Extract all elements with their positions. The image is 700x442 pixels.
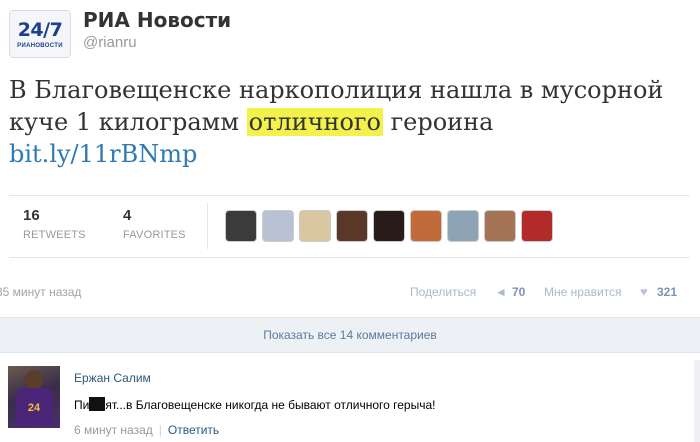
share-count: 70 xyxy=(512,285,526,299)
favoriter-avatar[interactable] xyxy=(336,210,368,242)
comment-avatar[interactable]: 24 xyxy=(8,366,60,428)
avatar-head-shape xyxy=(25,370,43,390)
favoriter-avatar[interactable] xyxy=(484,210,516,242)
comment-text-prefix: Пи xyxy=(74,398,90,412)
footer-separator: | xyxy=(158,423,162,437)
tweet-text-after: героина xyxy=(382,108,494,136)
comment-time[interactable]: 6 минут назад xyxy=(74,423,153,437)
show-all-comments-button[interactable]: Показать все 14 комментариев xyxy=(0,317,700,353)
stats-vertical-divider xyxy=(207,203,208,249)
favoriter-avatar[interactable] xyxy=(299,210,331,242)
favoriter-avatars xyxy=(225,210,553,242)
tweet-card: 24/7 РИАНОВОСТИ РИА Новости @rianru В Бл… xyxy=(0,0,700,270)
like-count: 321 xyxy=(657,285,678,299)
favoriter-avatar[interactable] xyxy=(410,210,442,242)
comment-author[interactable]: Ержан Салим xyxy=(74,371,151,385)
megaphone-icon[interactable]: ◄ xyxy=(495,285,507,299)
retweets-count: 16 xyxy=(23,207,40,224)
comment-footer: 6 минут назад | Ответить xyxy=(74,423,219,437)
tweet-text-highlight: отличного xyxy=(246,108,383,136)
favorites-stat[interactable]: 4 FAVORITES xyxy=(123,207,186,241)
jersey-number: 24 xyxy=(27,402,41,414)
logo-sub-text: РИАНОВОСТИ xyxy=(17,43,63,49)
scrollbar-track[interactable] xyxy=(694,360,700,442)
favoriter-avatar[interactable] xyxy=(262,210,294,242)
avatar-jersey-shape: 24 xyxy=(16,388,52,426)
favorites-count: 4 xyxy=(123,207,132,224)
stats-divider-top xyxy=(9,195,690,196)
like-button[interactable]: Мне нравится xyxy=(544,285,622,299)
post-meta-row: 35 минут назад Поделиться ◄ 70 Мне нрави… xyxy=(0,282,700,302)
tweet-author-name[interactable]: РИА Новости xyxy=(83,8,231,32)
ria-logo-avatar[interactable]: 24/7 РИАНОВОСТИ xyxy=(9,10,71,58)
retweets-stat[interactable]: 16 RETWEETS xyxy=(23,207,86,241)
reply-link[interactable]: Ответить xyxy=(168,423,219,437)
retweets-label: RETWEETS xyxy=(23,229,86,241)
favoriter-avatar[interactable] xyxy=(447,210,479,242)
tweet-text: В Благовещенске наркополиция нашла в мус… xyxy=(9,74,689,170)
tweet-author-handle[interactable]: @rianru xyxy=(83,34,137,51)
comment-text-suffix: ят...в Благовещенске никогда не бывают о… xyxy=(105,398,436,412)
stats-divider-bottom xyxy=(9,257,690,258)
favoriter-avatar[interactable] xyxy=(225,210,257,242)
post-time[interactable]: 35 минут назад xyxy=(0,285,81,299)
share-button[interactable]: Поделиться xyxy=(410,285,476,299)
tweet-link[interactable]: bit.ly/11rBNmp xyxy=(9,140,197,168)
logo-main-text: 24/7 xyxy=(17,19,63,41)
favorites-label: FAVORITES xyxy=(123,229,186,241)
censor-block xyxy=(89,397,106,411)
heart-icon[interactable]: ♥ xyxy=(640,284,648,299)
comment-text: Пи ят...в Благовещенске никогда не бывают… xyxy=(74,397,435,412)
favoriter-avatar[interactable] xyxy=(373,210,405,242)
favoriter-avatar[interactable] xyxy=(521,210,553,242)
